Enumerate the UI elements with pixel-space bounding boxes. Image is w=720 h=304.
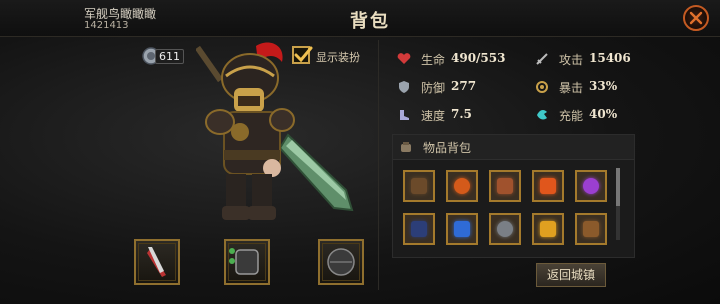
stat-value: 7.5	[451, 107, 472, 121]
bag-title: 物品背包	[423, 141, 472, 155]
fire-orb-icon	[454, 178, 470, 194]
return-town-button[interactable]: 返回城镇	[536, 263, 606, 287]
sword-icon	[147, 247, 166, 277]
heart-icon	[397, 53, 411, 64]
shield-icon	[399, 81, 409, 93]
bag-scroll-thumb[interactable]	[616, 168, 620, 206]
bag-item-slot[interactable]	[403, 170, 435, 202]
equip-slot-armor[interactable]	[224, 239, 270, 285]
player-id: 1421413	[84, 20, 129, 31]
sword-icon	[536, 53, 548, 65]
stat-label: 防御	[421, 81, 446, 95]
stat-value: 277	[451, 79, 477, 93]
pouch-icon	[583, 221, 599, 237]
stat-label: 充能	[559, 109, 584, 123]
blue-gem-icon	[454, 221, 470, 237]
boot-icon	[400, 110, 409, 120]
bag-item-slot[interactable]	[575, 213, 607, 245]
top-bar: 军舰鸟瞰瞰瞰 1421413 背包	[0, 0, 720, 37]
meat-icon	[497, 178, 513, 194]
bag-header: 物品背包	[393, 135, 634, 160]
flame-shard-icon	[540, 178, 556, 194]
stone-icon	[497, 221, 513, 237]
purple-gem-icon	[583, 178, 599, 194]
stat-value: 33%	[589, 79, 618, 93]
stat-label: 攻击	[559, 53, 584, 67]
equip-slot-weapon[interactable]	[134, 239, 180, 285]
armor-icon	[229, 248, 259, 275]
bag-icon	[401, 142, 411, 152]
page-title: 背包	[350, 11, 390, 32]
bag-item-slot[interactable]	[489, 213, 521, 245]
blue-armor-icon	[411, 221, 427, 237]
character-model[interactable]	[196, 40, 356, 240]
bag-item-slot[interactable]	[489, 170, 521, 202]
stat-value: 490/553	[451, 51, 506, 65]
stat-label: 速度	[421, 109, 446, 123]
target-icon	[536, 81, 548, 93]
bag-item-slot[interactable]	[575, 170, 607, 202]
bag-item-slot[interactable]	[532, 170, 564, 202]
bag-item-slot[interactable]	[446, 213, 478, 245]
stat-value: 40%	[589, 107, 618, 121]
close-icon	[689, 11, 703, 25]
panel-divider	[378, 40, 379, 290]
energy-icon	[537, 110, 547, 120]
stat-label: 生命	[421, 53, 446, 67]
bag-item-slot[interactable]	[403, 213, 435, 245]
bag-item-slot[interactable]	[446, 170, 478, 202]
equip-slot-helmet[interactable]	[318, 239, 364, 285]
helmet-icon	[327, 248, 355, 276]
stat-value: 15406	[589, 51, 631, 65]
armor-piece-icon	[411, 178, 427, 194]
bag-scrollbar[interactable]	[616, 168, 620, 240]
stats-panel: 生命 490/553 攻击 15406 防御 277 暴击 33% 速度 7.5…	[397, 46, 637, 132]
close-button[interactable]	[683, 5, 709, 31]
currency-display: 611	[141, 46, 184, 66]
stat-label: 暴击	[559, 81, 584, 95]
bag-item-slot[interactable]	[532, 213, 564, 245]
gold-coin-icon	[540, 221, 556, 237]
currency-value: 611	[155, 49, 184, 64]
